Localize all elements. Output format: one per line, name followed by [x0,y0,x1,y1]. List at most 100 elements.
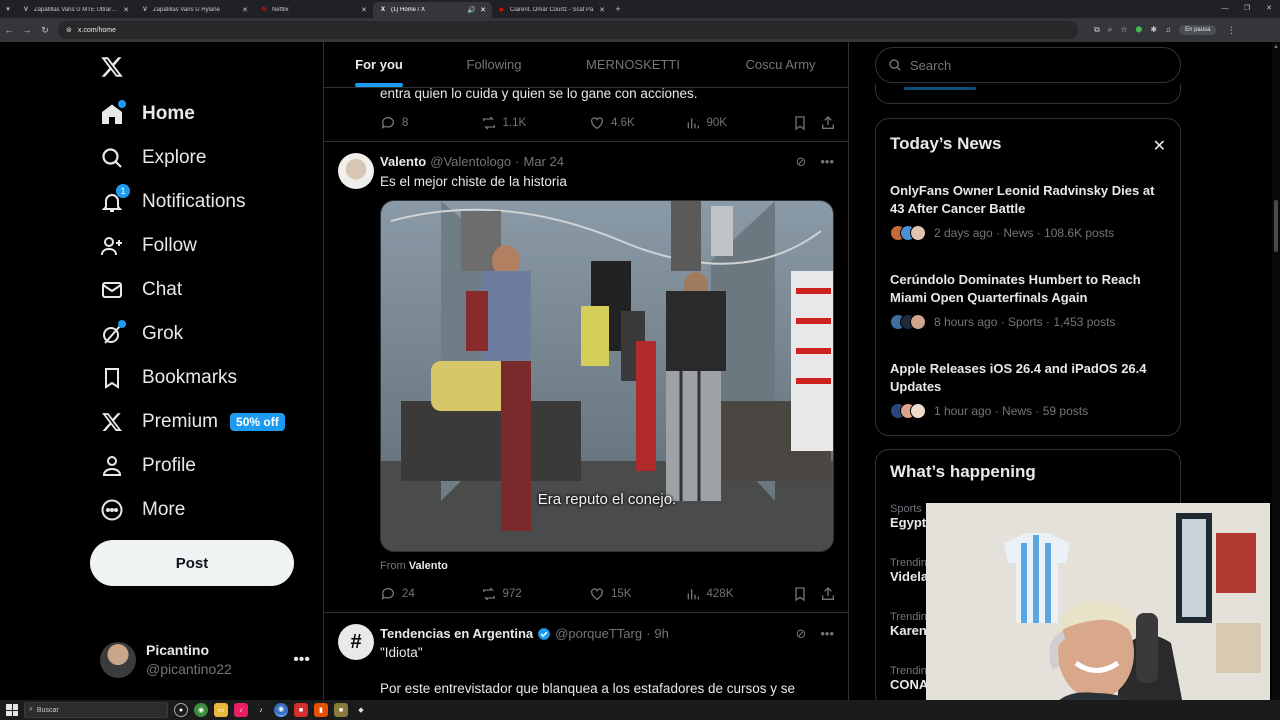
tab-label: For you [355,57,403,72]
tab-close-icon[interactable]: ✕ [599,6,605,14]
nav-chat[interactable]: Chat [100,268,182,312]
tab-coscu-army[interactable]: Coscu Army [712,42,848,87]
author-name[interactable]: Tendencias en Argentina [380,626,533,641]
post-button[interactable]: Post [90,540,294,586]
nav-premium[interactable]: Premium 50% off [100,400,285,444]
tweet-video[interactable]: Era reputo el conejo. [380,200,834,552]
site-info-icon[interactable]: ⊜ [66,26,72,34]
nav-home[interactable]: Home [100,92,195,136]
browser-tab-active[interactable]: X (1) Home / X 🔊 ✕ [373,2,492,18]
close-icon[interactable]: ✕ [1153,136,1166,156]
install-icon[interactable]: ⧉ [1094,25,1100,35]
more-icon[interactable]: ••• [820,154,834,170]
chrome-active-icon[interactable]: ◉ [274,703,288,717]
author-handle[interactable]: @Valentologo [430,154,511,169]
browser-tab[interactable]: V Zapatillas Vans U Hylane ✕ [135,2,254,18]
more-icon[interactable]: ••• [820,626,834,642]
grok-icon[interactable]: ⊘ [795,154,806,170]
tab-close-icon[interactable]: ✕ [123,6,129,14]
nav-explore[interactable]: Explore [100,136,206,180]
bookmark-button[interactable] [792,586,808,602]
tiktok-live-icon[interactable]: ♪ [254,703,268,717]
puzzle-icon[interactable]: ✱ [1150,25,1157,35]
file-explorer-icon[interactable]: ▭ [214,703,228,717]
nav-grok[interactable]: Grok [100,312,183,356]
search-input[interactable]: Search [875,47,1181,83]
like-button[interactable]: 4.6K [589,115,685,131]
account-more-icon[interactable]: ••• [293,651,310,669]
add-user-icon [100,234,124,258]
forward-icon[interactable]: → [18,25,36,35]
browser-tab[interactable]: V Zapatillas Vans U MTE Ultrarange ✕ [16,2,135,18]
close-window-icon[interactable]: ✕ [1258,0,1280,18]
scroll-up-icon[interactable]: ▲ [1273,44,1279,50]
app-icon-red[interactable]: ■ [294,703,308,717]
like-button[interactable]: 15K [589,586,685,602]
obs-app-icon[interactable]: ● [174,703,188,717]
address-bar[interactable]: ⊜ x.com/home [58,21,1078,39]
reply-icon [381,117,394,129]
app-icon-square[interactable]: ■ [334,703,348,717]
share-button[interactable] [820,586,836,602]
scroll-thumb[interactable] [1274,200,1278,252]
tab-close-icon[interactable]: ✕ [242,6,248,14]
taskbar-search-input[interactable]: ⌕ Buscar [24,702,168,718]
audio-icon[interactable]: 🔊 [467,6,476,14]
avatar[interactable] [338,153,374,189]
reply-button[interactable]: 24 [380,586,481,602]
tab-mernosketti[interactable]: MERNOSKETTI [554,42,712,87]
nav-follow[interactable]: Follow [100,224,197,268]
star-icon[interactable]: ☆ [1120,25,1127,35]
author-handle[interactable]: @porqueTTarg [555,626,642,641]
views-button[interactable]: 90K [685,115,792,131]
new-tab-button[interactable]: + [611,4,625,14]
from-author-link[interactable]: Valento [409,560,448,572]
restore-icon[interactable]: ❐ [1236,0,1258,18]
nav-notifications[interactable]: 1 Notifications [100,180,246,224]
extension-icon[interactable]: ⬢ [1135,25,1142,35]
grok-icon[interactable]: ⊘ [795,626,806,642]
tab-for-you[interactable]: For you [324,42,434,87]
x-logo-icon[interactable] [100,55,124,79]
tiktok-app-icon[interactable]: ♪ [234,703,248,717]
news-item[interactable]: OnlyFans Owner Leonid Radvinsky Dies at … [890,182,1170,241]
browser-tab[interactable]: ▶ Clarent, Omar Courtz - Scat Pa ✕ [492,2,611,18]
share-button[interactable] [820,115,836,131]
minimize-icon[interactable]: — [1214,0,1236,18]
browser-tab[interactable]: N Netflix ✕ [254,2,373,18]
chrome-app-icon[interactable]: ◉ [194,703,208,717]
media-icon[interactable]: ♫ [1165,25,1171,35]
tab-following[interactable]: Following [434,42,554,87]
profile-paused-chip[interactable]: En pausa [1179,25,1217,35]
app-icon-white[interactable]: ◆ [354,703,368,717]
back-icon[interactable]: ← [0,25,18,35]
avatar[interactable]: # [338,624,374,660]
notification-count-badge: 1 [116,184,130,198]
nav-more[interactable]: More [100,488,185,532]
views-button[interactable]: 428K [685,586,792,602]
start-button-icon[interactable] [6,704,18,716]
tab-search-icon[interactable]: ▾ [0,5,16,13]
app-icon-orange[interactable]: ▮ [314,703,328,717]
repost-button[interactable]: 972 [481,586,589,602]
tweet-date[interactable]: Mar 24 [524,154,564,169]
zoom-icon[interactable]: ⌕ [1108,25,1112,35]
news-item[interactable]: Apple Releases iOS 26.4 and iPadOS 26.4 … [890,360,1170,419]
account-switcher[interactable]: Picantino @picantino22 ••• [100,640,310,680]
tweet-text: Es el mejor chiste de la historia [380,174,567,189]
page-scrollbar[interactable]: ▲ [1272,42,1280,700]
nav-profile[interactable]: Profile [100,444,196,488]
bookmark-button[interactable] [792,115,808,131]
repost-button[interactable]: 1.1K [481,115,589,131]
bell-icon: 1 [100,184,130,214]
account-handle: @picantino22 [146,661,232,677]
tab-close-icon[interactable]: ✕ [480,6,486,14]
nav-bookmarks[interactable]: Bookmarks [100,356,237,400]
tab-close-icon[interactable]: ✕ [361,6,367,14]
chrome-menu-icon[interactable]: ⋮ [1222,25,1240,36]
tweet-date[interactable]: 9h [654,626,668,641]
author-name[interactable]: Valento [380,154,426,169]
reload-icon[interactable]: ↻ [36,25,54,36]
news-item[interactable]: Cerúndolo Dominates Humbert to Reach Mia… [890,271,1170,330]
reply-button[interactable]: 8 [380,115,481,131]
